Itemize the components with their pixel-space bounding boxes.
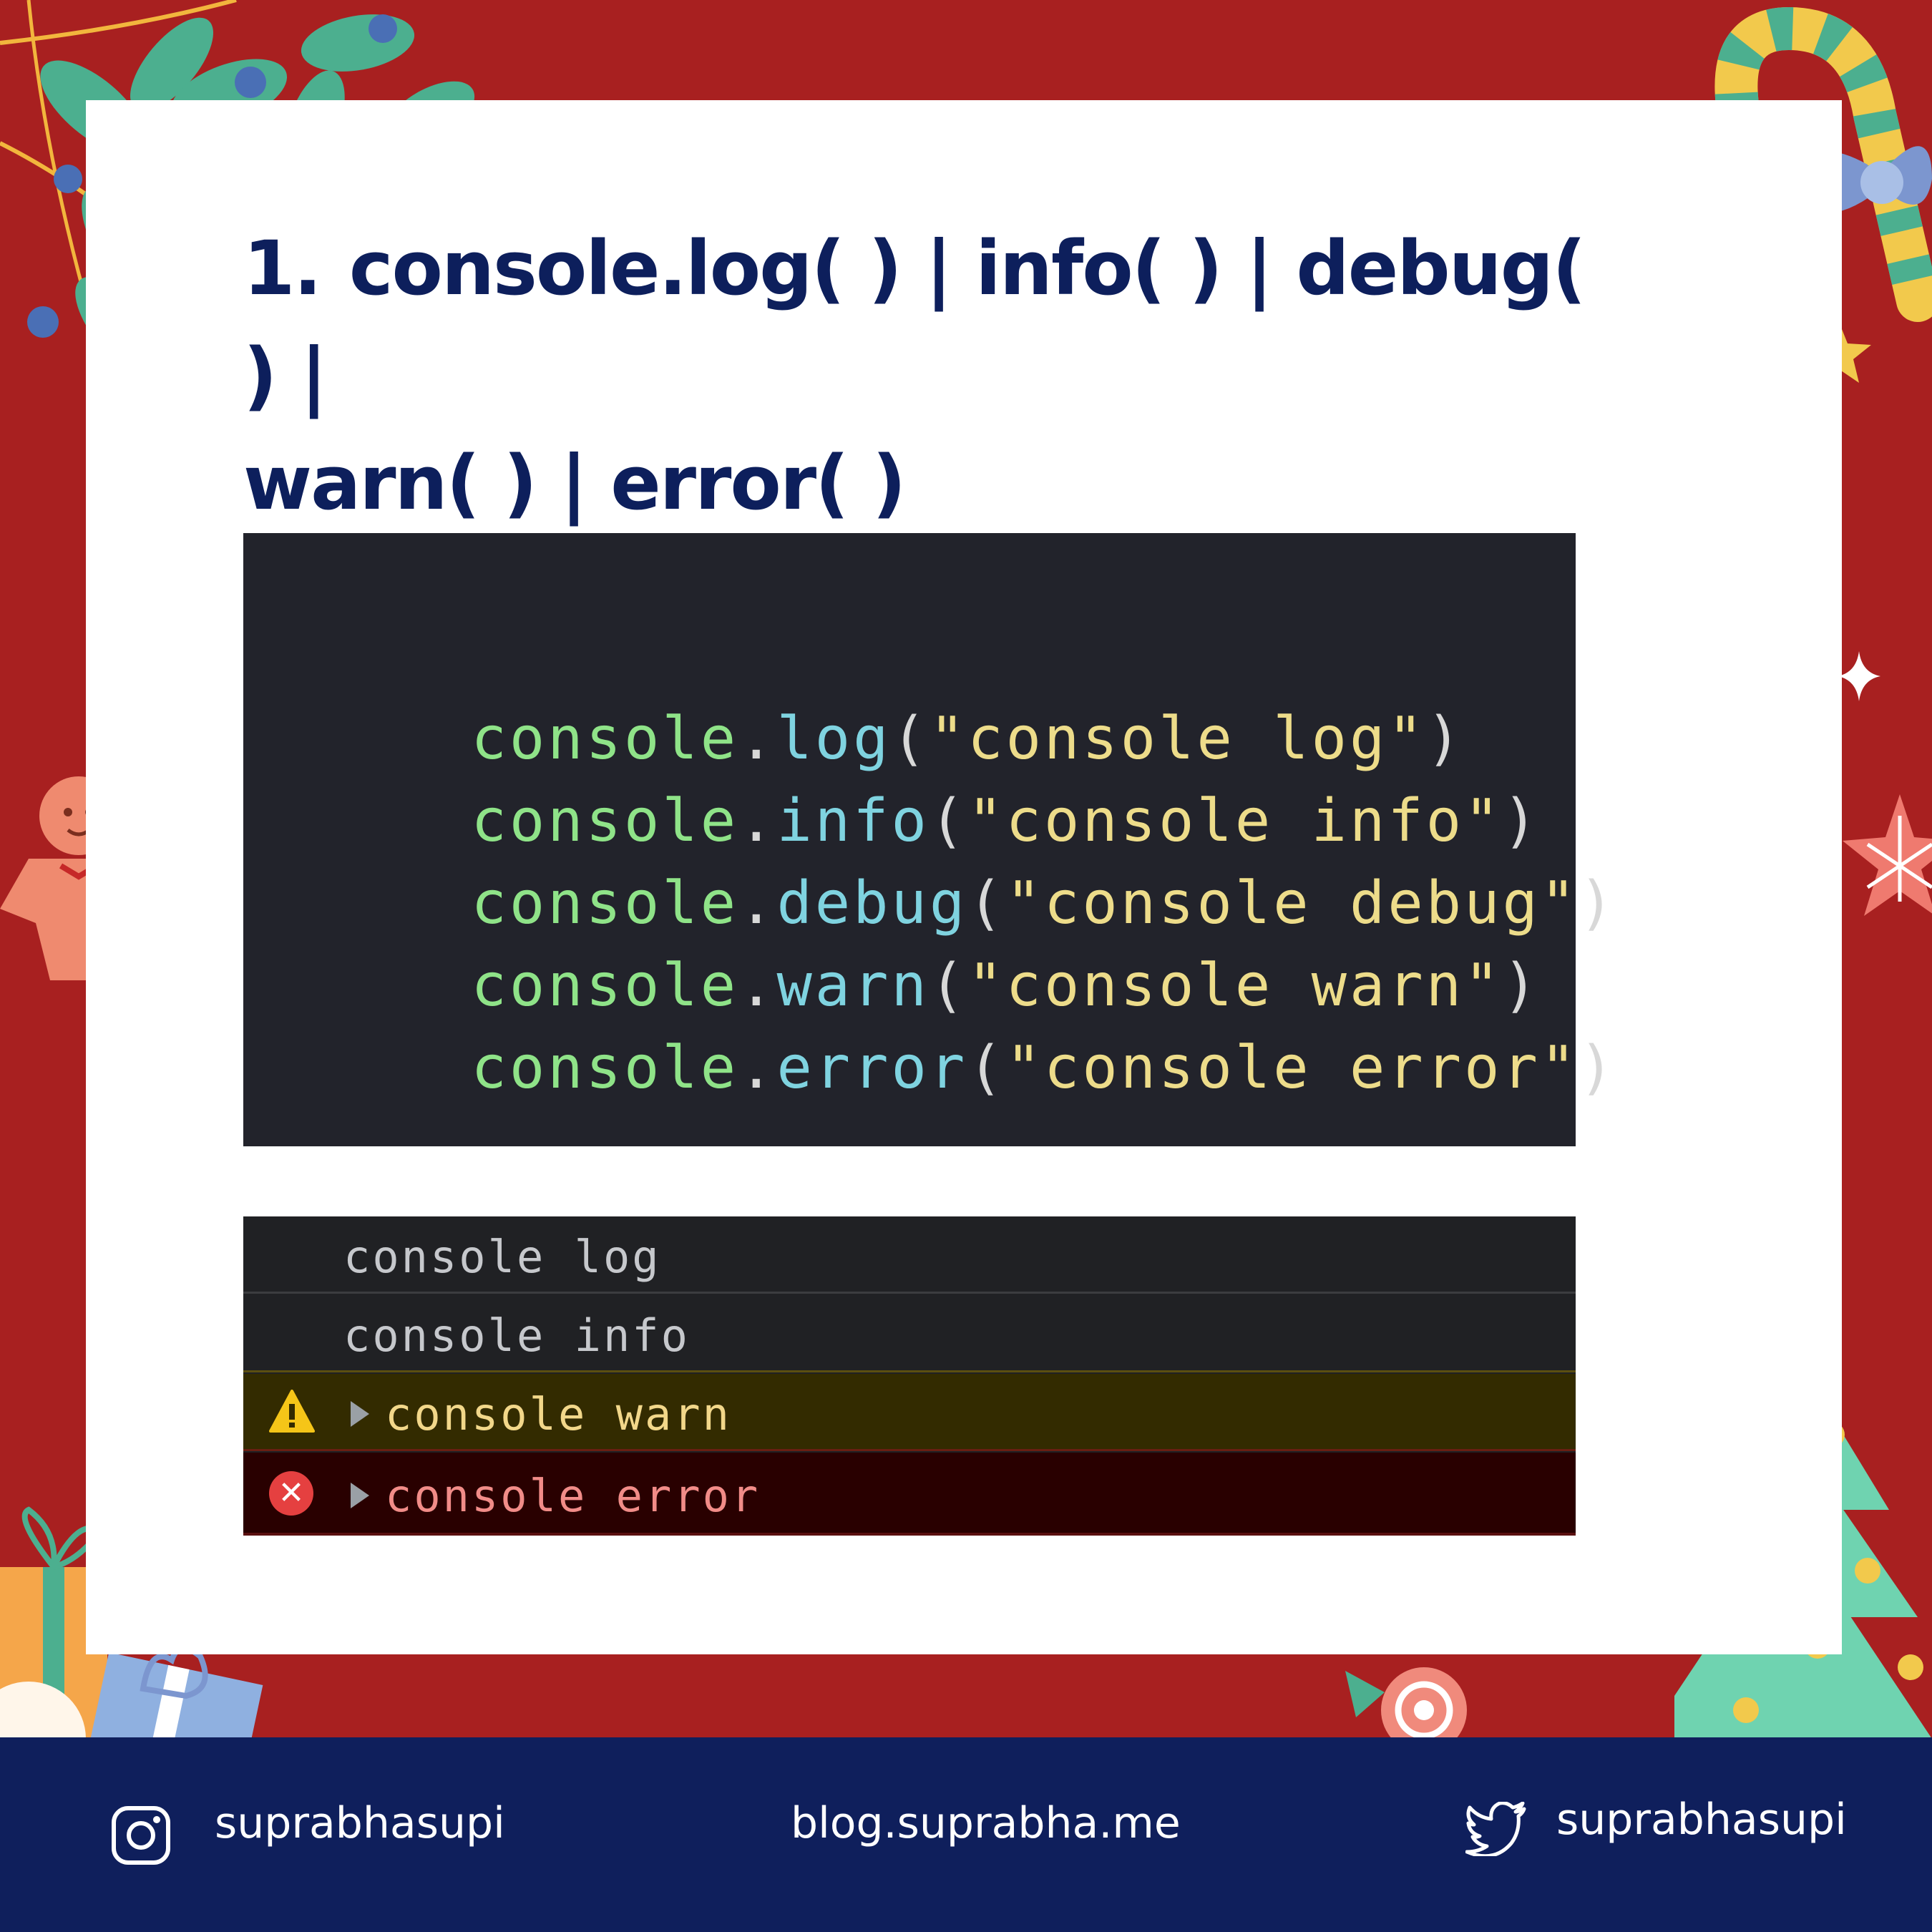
- console-message: console info: [343, 1309, 690, 1362]
- console-row-log: console log: [243, 1216, 1576, 1294]
- code-editor-panel: console.log("console log") console.info(…: [243, 533, 1614, 1146]
- twitter-handle[interactable]: suprabhasupi: [1556, 1795, 1847, 1845]
- title-number: 1.: [243, 225, 322, 312]
- expand-arrow-icon[interactable]: [351, 1401, 369, 1427]
- expand-arrow-icon[interactable]: [351, 1483, 369, 1508]
- console-message: console error: [385, 1470, 761, 1522]
- sparkle-icon: [1838, 651, 1880, 701]
- footer-bar: suprabhasupi blog.suprabha.me suprabhasu…: [0, 1737, 1932, 1932]
- twitter-icon[interactable]: [1465, 1802, 1527, 1856]
- console-row-info: console info: [243, 1295, 1576, 1372]
- console-row-warn[interactable]: console warn: [243, 1374, 1576, 1451]
- console-message: console warn: [385, 1388, 731, 1440]
- blog-link[interactable]: blog.suprabha.me: [791, 1798, 1181, 1848]
- devtools-console-panel: console log console info console warn ✕ …: [243, 1216, 1576, 1536]
- candy-decoration: [1345, 1667, 1467, 1739]
- page-title: 1. console.log( ) | info( ) | debug( ) | …: [243, 215, 1639, 537]
- snowflake-cookie-decoration: [1843, 794, 1932, 916]
- instagram-handle[interactable]: suprabhasupi: [215, 1798, 505, 1848]
- instagram-icon[interactable]: [111, 1805, 171, 1865]
- console-row-error[interactable]: ✕ console error: [243, 1453, 1576, 1536]
- title-line-1: console.log( ) | info( ) | debug( ) |: [243, 225, 1586, 419]
- warning-icon: [269, 1390, 315, 1433]
- console-message: console log: [343, 1231, 661, 1283]
- error-icon: ✕: [269, 1471, 313, 1516]
- title-line-2: warn( ) | error( ): [243, 439, 906, 527]
- code-line-error: console.error("console error"): [471, 1034, 1617, 1102]
